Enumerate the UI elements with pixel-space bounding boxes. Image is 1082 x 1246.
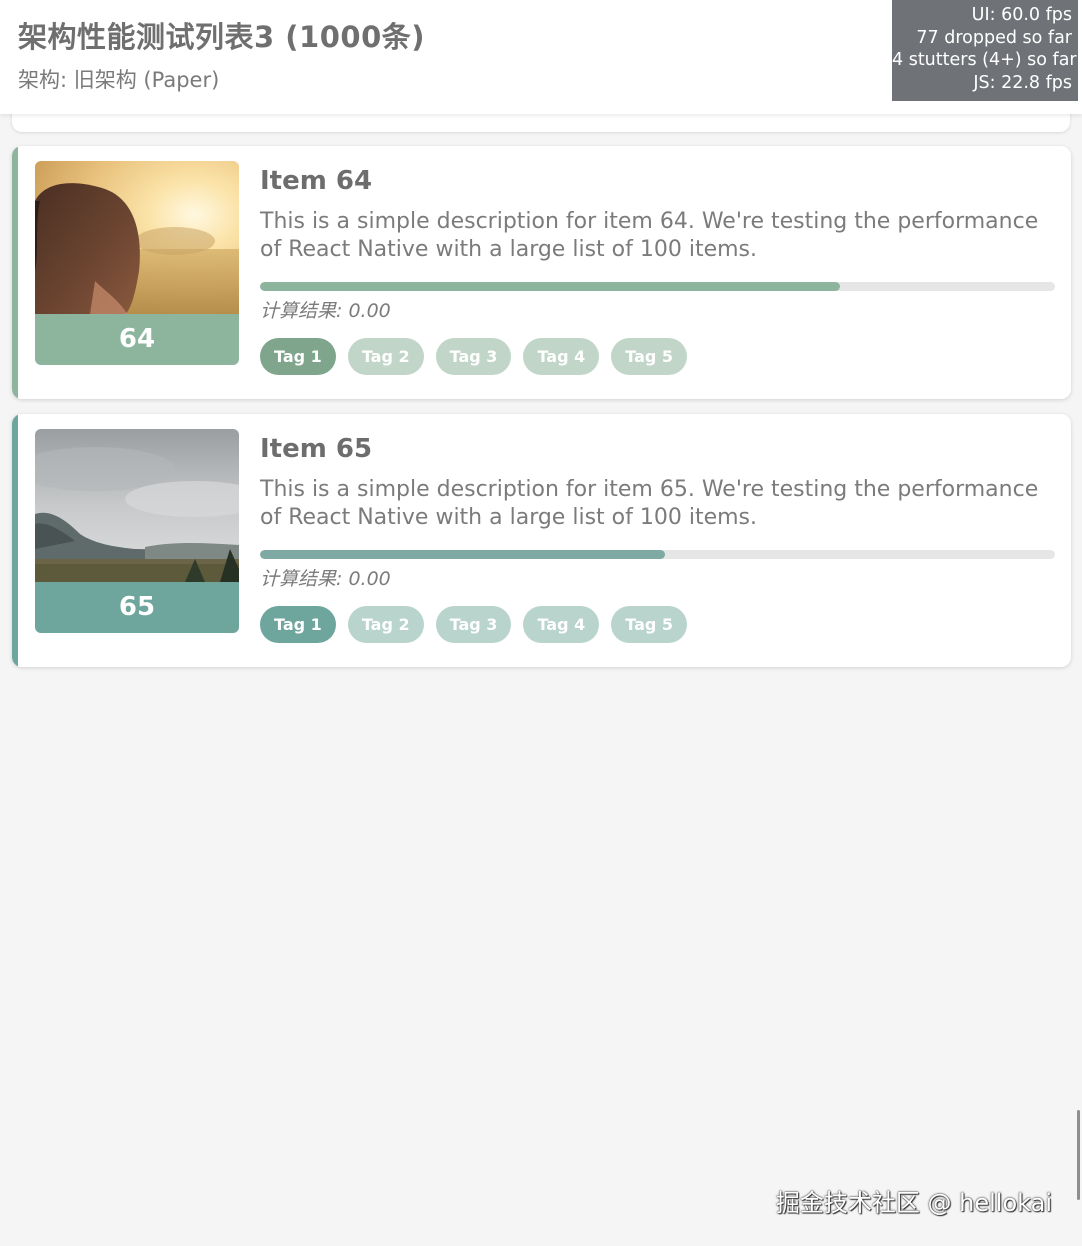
progress-fill [260,550,666,559]
tag-chip[interactable]: Tag 1 [260,338,336,375]
card-accent-bar [12,414,18,667]
page-title: 架构性能测试列表3 (1000条) [18,20,425,54]
js-fps-readout: JS: 22.8 fps [973,72,1072,93]
ui-fps-readout: UI: 60.0 fps [971,5,1072,25]
tag-chip[interactable]: Tag 3 [435,606,512,643]
thumbnail-photo [35,429,239,582]
scrollbar[interactable] [1077,1110,1080,1200]
tag-chip[interactable]: Tag 3 [435,338,512,375]
progress-bar [260,282,1055,291]
tag-chip[interactable]: Tag 4 [523,606,600,643]
perf-monitor-overlay[interactable]: UI: 60.0 fps 77 dropped so far 4 stutter… [892,0,1078,101]
item-thumbnail[interactable]: 65 [35,429,239,633]
calc-result: 计算结果: 0.00 [260,568,391,590]
tag-list: Tag 1 Tag 2 Tag 3 Tag 4 Tag 5 [260,606,688,643]
calc-result: 计算结果: 0.00 [260,300,391,322]
item-thumbnail[interactable]: 64 [35,161,239,365]
card-accent-bar [12,146,18,399]
tag-list: Tag 1 Tag 2 Tag 3 Tag 4 Tag 5 [260,338,688,375]
item-number-label: 65 [35,582,239,633]
watermark: 掘金技术社区 @ hellokai [775,1189,1052,1217]
tag-chip[interactable]: Tag 2 [347,606,424,643]
item-number-label: 64 [35,314,239,365]
progress-fill [260,282,841,291]
tag-chip[interactable]: Tag 5 [611,606,688,643]
tag-chip[interactable]: Tag 2 [347,338,424,375]
progress-bar [260,550,1055,559]
item-description: This is a simple description for item 65… [260,477,1039,530]
tag-chip[interactable]: Tag 5 [611,338,688,375]
architecture-subtitle: 架构: 旧架构 (Paper) [18,68,220,92]
item-title: Item 64 [260,166,373,196]
stutters-readout: 4 stutters (4+) so far [892,50,1077,70]
list-item[interactable]: 65 Item 65 This is a simple description … [12,414,1071,667]
item-title: Item 65 [260,434,373,464]
list-item[interactable]: 64 Item 64 This is a simple description … [12,146,1071,399]
tag-chip[interactable]: Tag 4 [523,338,600,375]
item-description: This is a simple description for item 64… [260,209,1039,262]
dropped-frames-readout: 77 dropped so far [916,27,1072,48]
thumbnail-photo [35,161,239,314]
tag-chip[interactable]: Tag 1 [260,606,336,643]
